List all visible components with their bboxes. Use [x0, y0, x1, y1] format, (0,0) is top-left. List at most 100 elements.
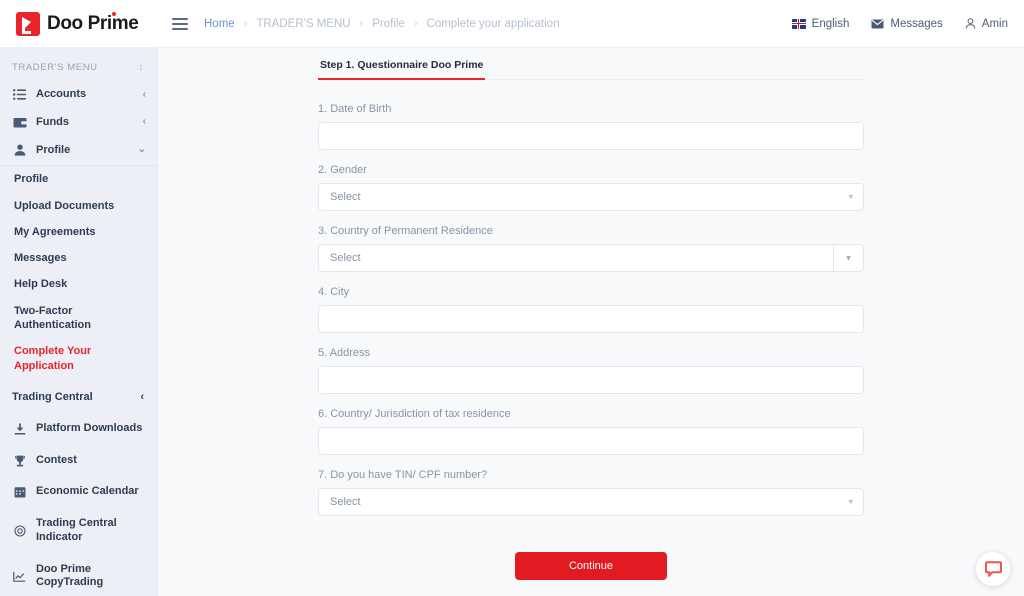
chevron-left-icon: ‹: [142, 88, 146, 100]
envelope-icon: [871, 19, 884, 29]
field-label: 5. Address: [318, 347, 370, 359]
wallet-icon: [12, 117, 27, 128]
content-area: Step 1. Questionnaire Doo Prime 1. Date …: [158, 48, 1024, 596]
user-icon: [12, 144, 27, 156]
sidebar-item-accounts[interactable]: Accounts ‹: [0, 81, 158, 109]
breadcrumb-item-home[interactable]: Home: [204, 18, 235, 30]
sidebar-subitem-complete-your-application[interactable]: Complete Your Application: [0, 338, 158, 379]
breadcrumb-item-complete-your-application: Complete your application: [426, 17, 560, 30]
questionnaire-form: 1. Date of Birth 2. Gender Select ▾ 3. C…: [318, 80, 864, 580]
sidebar-item-trading-central[interactable]: Trading Central ‹: [0, 379, 158, 413]
field-tin-cpf-number: 7. Do you have TIN/ CPF number? Select ▾: [318, 469, 864, 516]
line-chart-icon: [12, 571, 27, 582]
sidebar-subitem-my-agreements[interactable]: My Agreements: [0, 219, 158, 245]
continue-button[interactable]: Continue: [515, 552, 667, 580]
sidebar-section-title: TRADER'S MENU ↕: [0, 48, 158, 81]
sidebar-item-economic-calendar[interactable]: Economic Calendar: [0, 476, 158, 508]
sidebar-subitem-profile[interactable]: Profile: [0, 166, 158, 192]
field-label: 4. City: [318, 286, 350, 298]
submit-row: Continue: [318, 530, 864, 580]
app-root: Doo Prime TRADER'S MENU ↕ Accounts ‹ Fun…: [0, 0, 1024, 596]
field-date-of-birth: 1. Date of Birth: [318, 103, 864, 150]
field-country-of-permanent-residence: 3. Country of Permanent Residence Select…: [318, 225, 864, 272]
sidebar-item-trading-central-indicator[interactable]: Trading Central Indicator: [0, 508, 158, 554]
sidebar-item-label: Trading Central: [12, 390, 93, 403]
sidebar-item-label: Accounts: [36, 88, 87, 100]
sidebar-section-label: TRADER'S MENU: [12, 62, 98, 73]
gender-select[interactable]: Select ▾: [318, 183, 864, 211]
sidebar-item-label: Contest: [36, 453, 77, 466]
language-selector[interactable]: English: [791, 17, 850, 30]
gender-select-value: Select: [330, 191, 361, 203]
language-label: English: [811, 17, 850, 30]
doo-prime-logo-icon: [16, 11, 40, 36]
sidebar-item-profile[interactable]: Profile ⌄: [0, 137, 158, 167]
field-label: 3. Country of Permanent Residence: [318, 225, 493, 237]
messages-button[interactable]: Messages: [871, 17, 943, 30]
sidebar-subitem-two-factor-authentication[interactable]: Two-Factor Authentication: [0, 298, 158, 339]
target-icon: [12, 525, 27, 537]
download-icon: [12, 423, 27, 435]
sidebar-item-platform-downloads[interactable]: Platform Downloads: [0, 413, 158, 445]
trophy-icon: [12, 455, 27, 467]
sidebar-item-label: Platform Downloads: [36, 421, 143, 434]
sidebar-subitem-help-desk[interactable]: Help Desk: [0, 271, 158, 297]
breadcrumb-item-traders-menu[interactable]: TRADER'S MENU: [256, 18, 350, 30]
user-name: Amin: [981, 17, 1008, 30]
brand-name: Doo Prime: [47, 11, 139, 34]
topbar: Home › TRADER'S MENU › Profile › Complet…: [158, 0, 1024, 48]
date-of-birth-input[interactable]: [318, 122, 864, 150]
field-address: 5. Address: [318, 347, 864, 394]
tax-residence-input[interactable]: [318, 427, 864, 455]
chevron-left-icon: ‹: [142, 116, 146, 128]
breadcrumb: Home › TRADER'S MENU › Profile › Complet…: [204, 18, 559, 30]
field-tax-residence: 6. Country/ Jurisdiction of tax residenc…: [318, 408, 864, 455]
country-residence-combobox[interactable]: Select ▾: [318, 244, 864, 272]
topbar-right: English Messages Amin: [791, 17, 1008, 30]
chevron-down-icon: ▾: [848, 191, 853, 202]
city-input[interactable]: [318, 305, 864, 333]
sidebar-item-label: Doo Prime CopyTrading: [36, 562, 104, 589]
uk-flag-icon: [791, 18, 806, 29]
field-label: 1. Date of Birth: [318, 103, 392, 115]
sidebar: Doo Prime TRADER'S MENU ↕ Accounts ‹ Fun…: [0, 0, 158, 596]
chat-widget-button[interactable]: [976, 552, 1010, 586]
brand-logo[interactable]: Doo Prime: [0, 0, 158, 48]
country-residence-value[interactable]: Select: [318, 244, 834, 272]
user-icon: [965, 18, 976, 29]
sidebar-item-label: Profile: [36, 143, 71, 156]
sidebar-item-label: Funds: [36, 115, 69, 128]
calendar-icon: [12, 486, 27, 498]
chat-bubble-icon: [984, 561, 1002, 577]
chevron-down-icon[interactable]: ▾: [834, 244, 864, 272]
chevron-down-icon: ⌄: [137, 144, 146, 156]
sidebar-item-contest[interactable]: Contest: [0, 445, 158, 477]
field-city: 4. City: [318, 286, 864, 333]
sidebar-subitem-messages[interactable]: Messages: [0, 245, 158, 271]
breadcrumb-separator-icon: ›: [359, 17, 364, 30]
tin-cpf-select-value: Select: [330, 496, 361, 508]
tab-step-1-questionnaire[interactable]: Step 1. Questionnaire Doo Prime: [318, 51, 486, 80]
tin-cpf-select[interactable]: Select ▾: [318, 488, 864, 516]
field-gender: 2. Gender Select ▾: [318, 164, 864, 211]
step-tabs: Step 1. Questionnaire Doo Prime: [318, 48, 864, 80]
chevron-down-icon: ▾: [848, 496, 853, 507]
sidebar-item-label: Economic Calendar: [36, 485, 139, 498]
user-menu[interactable]: Amin: [965, 18, 1008, 30]
sort-updown-icon[interactable]: ↕: [138, 62, 144, 73]
main-area: Home › TRADER'S MENU › Profile › Complet…: [158, 0, 1024, 596]
address-input[interactable]: [318, 366, 864, 394]
sidebar-item-doo-prime-copytrading[interactable]: Doo Prime CopyTrading: [0, 554, 158, 596]
breadcrumb-item-profile[interactable]: Profile: [372, 18, 405, 30]
sidebar-subitem-upload-documents[interactable]: Upload Documents: [0, 193, 158, 219]
menu-toggle-icon[interactable]: [172, 17, 188, 30]
field-label: 7. Do you have TIN/ CPF number?: [318, 469, 488, 481]
messages-label: Messages: [890, 17, 943, 30]
list-icon: [12, 89, 27, 101]
field-label: 2. Gender: [318, 164, 367, 176]
breadcrumb-separator-icon: ›: [413, 17, 418, 30]
sidebar-item-funds[interactable]: Funds ‹: [0, 109, 158, 137]
breadcrumb-separator-icon: ›: [243, 17, 248, 30]
sidebar-item-label: Trading Central Indicator: [36, 517, 117, 543]
chevron-left-icon: ‹: [140, 390, 144, 403]
